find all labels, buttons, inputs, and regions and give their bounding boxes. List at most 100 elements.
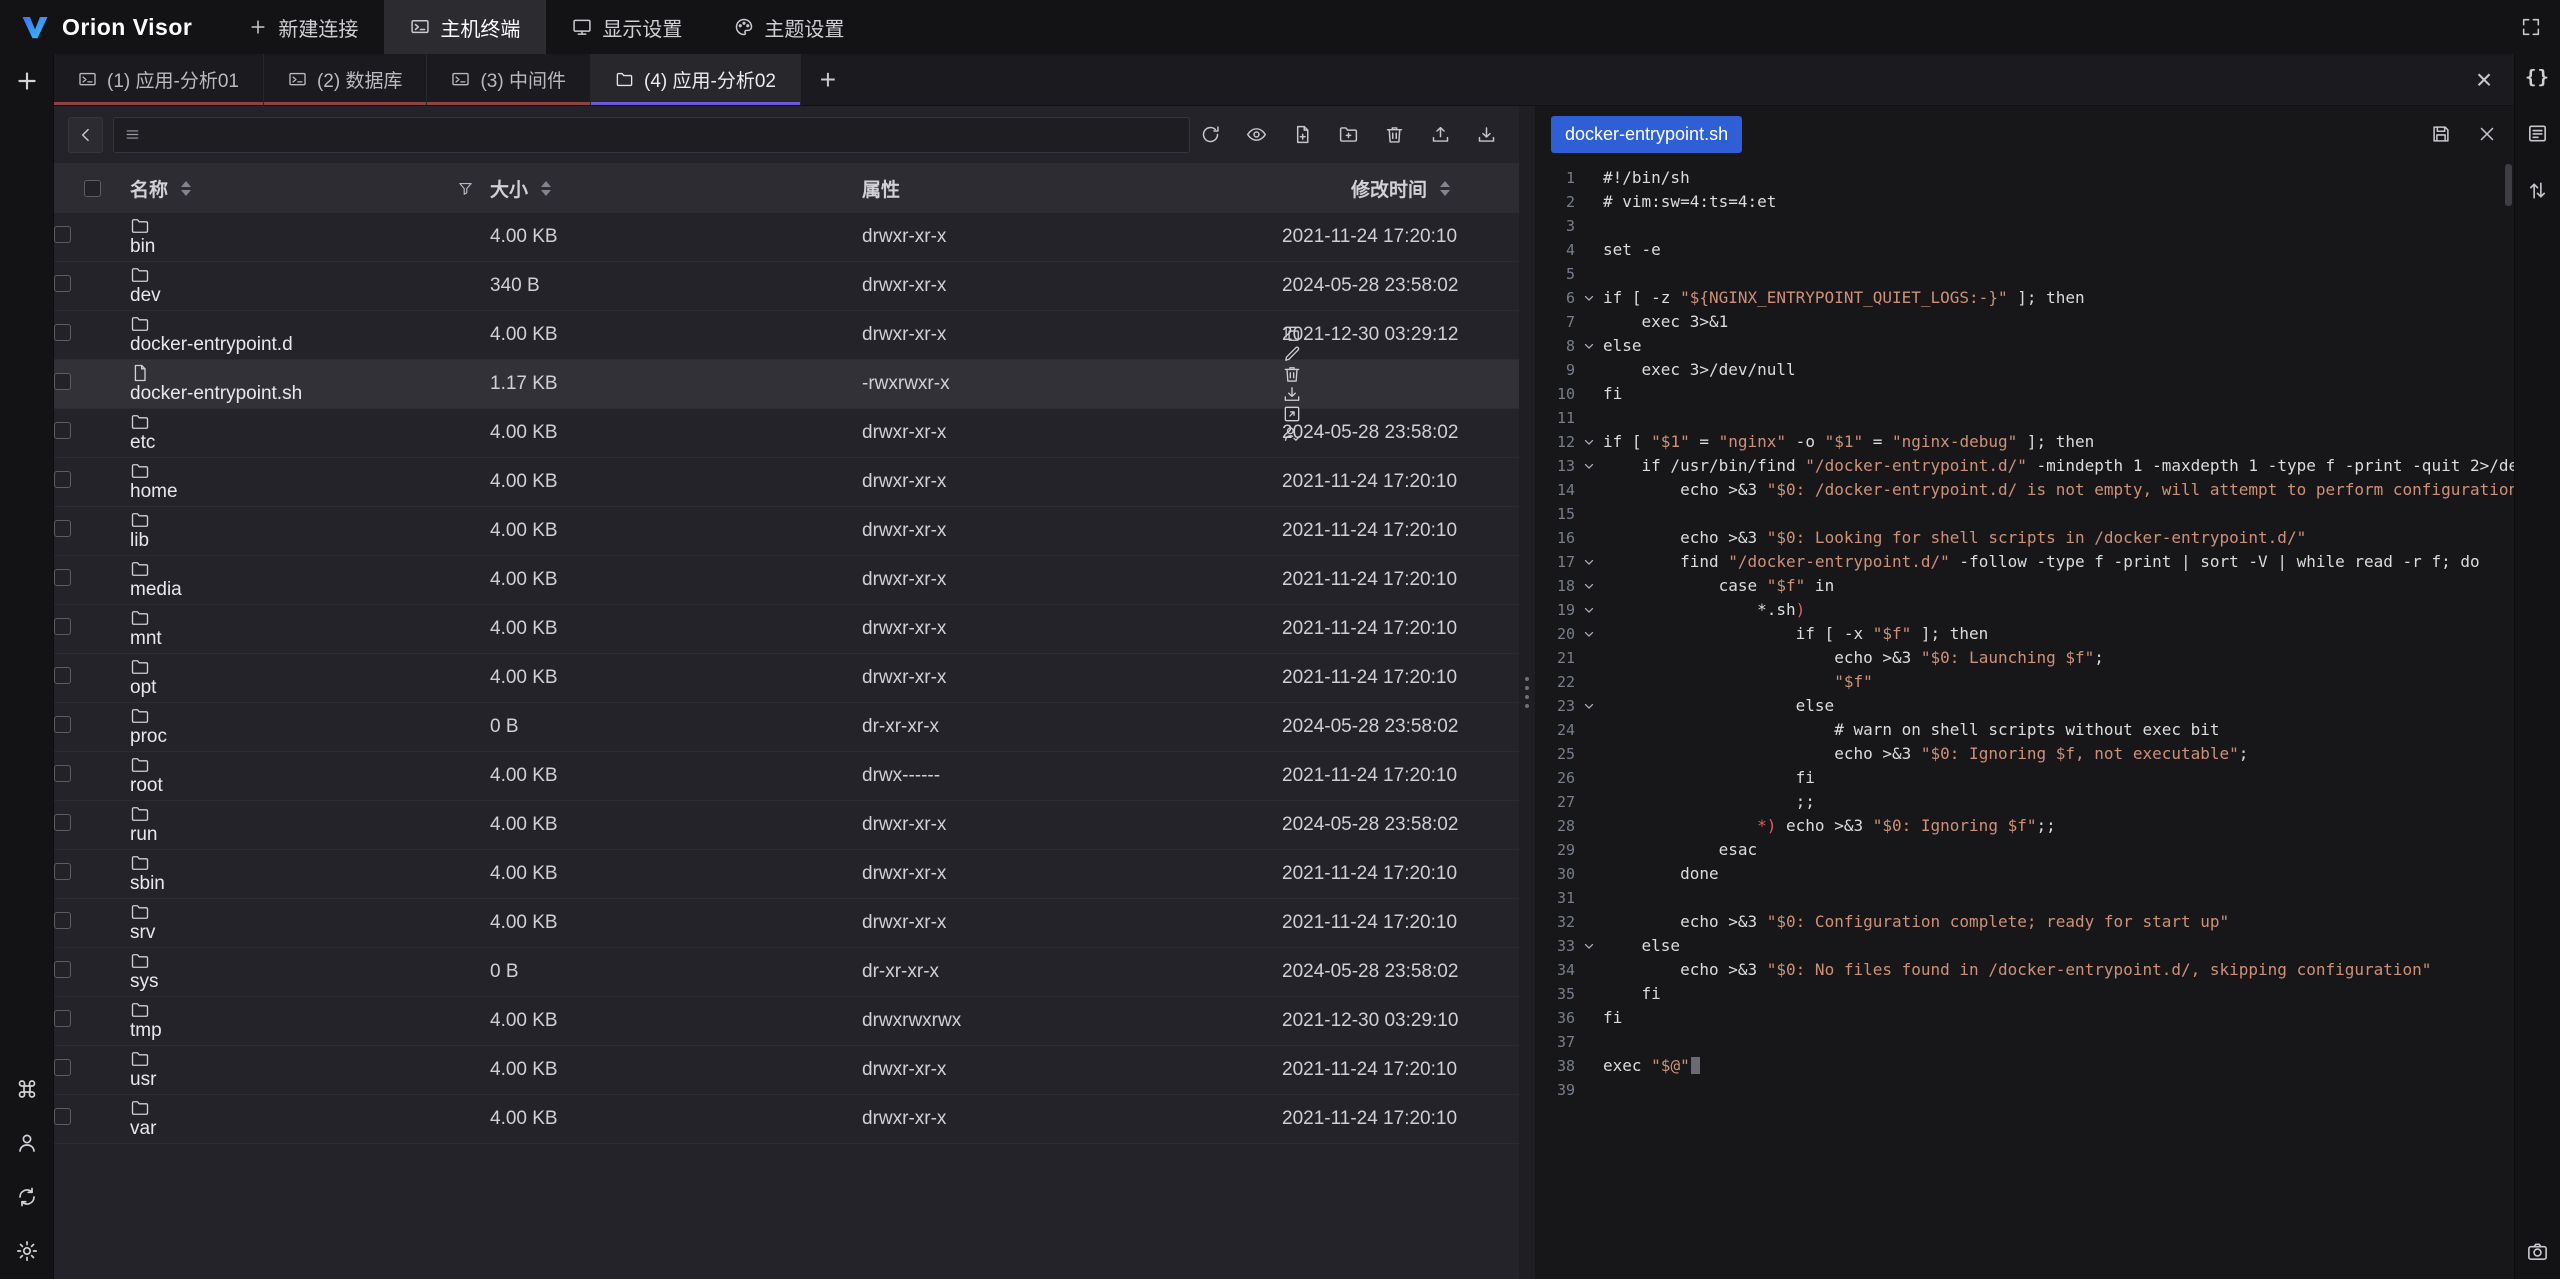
file-name[interactable]: docker-entrypoint.sh [130, 383, 302, 404]
add-tab-button[interactable]: + [801, 54, 855, 105]
file-row-tmp[interactable]: tmp4.00 KBdrwxrwxrwx2021-12-30 03:29:10 [54, 997, 1519, 1046]
file-row-sys[interactable]: sys0 Bdr-xr-xr-x2024-05-28 23:58:02 [54, 948, 1519, 997]
file-name[interactable]: media [130, 579, 182, 600]
row-checkbox[interactable] [54, 814, 71, 831]
file-name[interactable]: var [130, 1118, 156, 1139]
new-folder-icon[interactable] [1338, 124, 1359, 145]
fold-chevron-icon[interactable] [1575, 454, 1603, 478]
row-checkbox[interactable] [54, 520, 71, 537]
file-row-var[interactable]: var4.00 KBdrwxr-xr-x2021-11-24 17:20:10 [54, 1095, 1519, 1144]
sort-mtime-icon[interactable] [1440, 181, 1450, 196]
file-name[interactable]: sbin [130, 873, 165, 894]
code-area[interactable]: 1#!/bin/sh2# vim:sw=4:ts=4:et34set -e56i… [1535, 162, 2514, 1279]
row-checkbox[interactable] [54, 667, 71, 684]
fold-chevron-icon[interactable] [1575, 286, 1603, 310]
row-checkbox[interactable] [54, 226, 71, 243]
file-name[interactable]: usr [130, 1069, 156, 1090]
fold-chevron-icon[interactable] [1575, 430, 1603, 454]
row-checkbox[interactable] [54, 1059, 71, 1076]
fold-chevron-icon[interactable] [1575, 598, 1603, 622]
fold-chevron-icon[interactable] [1575, 550, 1603, 574]
file-row-bin[interactable]: bin4.00 KBdrwxr-xr-x2021-11-24 17:20:10 [54, 213, 1519, 262]
file-row-root[interactable]: root4.00 KBdrwx------2021-11-24 17:20:10 [54, 752, 1519, 801]
screenshot-camera-icon[interactable] [2526, 1240, 2549, 1263]
tab-middleware[interactable]: (3) 中间件 [427, 54, 591, 105]
new-connection-plus-icon[interactable] [14, 68, 40, 94]
file-row-docker-entrypoint.sh[interactable]: docker-entrypoint.sh1.17 KB-rwxrwxr-x [54, 360, 1519, 409]
column-size-label[interactable]: 大小 [490, 175, 528, 202]
column-name-label[interactable]: 名称 [130, 175, 168, 202]
file-row-usr[interactable]: usr4.00 KBdrwxr-xr-x2021-11-24 17:20:10 [54, 1046, 1519, 1095]
download-icon[interactable] [1282, 384, 1485, 404]
path-input[interactable] [151, 123, 1179, 146]
fold-chevron-icon[interactable] [1575, 574, 1603, 598]
file-name[interactable]: proc [130, 726, 167, 747]
file-name[interactable]: home [130, 481, 178, 502]
column-mtime-label[interactable]: 修改时间 [1351, 175, 1427, 202]
file-name[interactable]: opt [130, 677, 156, 698]
sort-size-icon[interactable] [541, 181, 551, 196]
back-button[interactable] [68, 117, 103, 153]
edit-icon[interactable] [1282, 344, 1485, 364]
user-icon[interactable] [15, 1131, 39, 1155]
delete-icon[interactable] [1282, 364, 1485, 384]
row-checkbox[interactable] [54, 912, 71, 929]
row-checkbox[interactable] [54, 863, 71, 880]
fold-chevron-icon[interactable] [1575, 694, 1603, 718]
file-row-proc[interactable]: proc0 Bdr-xr-xr-x2024-05-28 23:58:02 [54, 703, 1519, 752]
file-row-run[interactable]: run4.00 KBdrwxr-xr-x2024-05-28 23:58:02 [54, 801, 1519, 850]
editor-scrollbar-thumb[interactable] [2505, 164, 2512, 206]
file-name[interactable]: srv [130, 922, 155, 943]
panel-resize-handle[interactable] [1519, 106, 1535, 1279]
row-checkbox[interactable] [54, 1010, 71, 1027]
file-row-home[interactable]: home4.00 KBdrwxr-xr-x2021-11-24 17:20:10 [54, 458, 1519, 507]
row-checkbox[interactable] [54, 765, 71, 782]
menu-item-host-terminal[interactable]: 主机终端 [384, 0, 546, 54]
preview-eye-icon[interactable] [1246, 124, 1267, 145]
fold-chevron-icon[interactable] [1575, 934, 1603, 958]
tab-database[interactable]: (2) 数据库 [264, 54, 428, 105]
file-name[interactable]: etc [130, 432, 155, 453]
file-name[interactable]: lib [130, 530, 149, 551]
row-checkbox[interactable] [54, 422, 71, 439]
path-tree-icon[interactable] [124, 126, 141, 143]
new-file-icon[interactable] [1292, 124, 1313, 145]
row-checkbox[interactable] [54, 716, 71, 733]
filter-icon[interactable] [457, 180, 490, 197]
file-row-dev[interactable]: dev340 Bdrwxr-xr-x2024-05-28 23:58:02 [54, 262, 1519, 311]
file-row-media[interactable]: media4.00 KBdrwxr-xr-x2021-11-24 17:20:1… [54, 556, 1519, 605]
tab-app-analysis-02[interactable]: (4) 应用-分析02 [591, 54, 801, 105]
file-row-opt[interactable]: opt4.00 KBdrwxr-xr-x2021-11-24 17:20:10 [54, 654, 1519, 703]
row-checkbox[interactable] [54, 1108, 71, 1125]
upload-icon[interactable] [1430, 124, 1451, 145]
file-name[interactable]: docker-entrypoint.d [130, 334, 293, 355]
download-icon[interactable] [1476, 124, 1497, 145]
row-checkbox[interactable] [54, 324, 71, 341]
tab-app-analysis-01[interactable]: (1) 应用-分析01 [54, 54, 264, 105]
file-row-lib[interactable]: lib4.00 KBdrwxr-xr-x2021-11-24 17:20:10 [54, 507, 1519, 556]
file-name[interactable]: tmp [130, 1020, 162, 1041]
file-name[interactable]: root [130, 775, 163, 796]
row-checkbox[interactable] [54, 373, 71, 390]
transfer-list-icon[interactable] [2526, 179, 2549, 202]
menu-item-new-connection[interactable]: 新建连接 [222, 0, 384, 54]
session-panel-icon[interactable] [2526, 122, 2549, 145]
move-icon[interactable] [1282, 404, 1485, 424]
sync-icon[interactable] [15, 1185, 39, 1209]
row-checkbox[interactable] [54, 961, 71, 978]
sort-name-icon[interactable] [181, 181, 191, 196]
file-name[interactable]: mnt [130, 628, 162, 649]
file-name[interactable]: run [130, 824, 157, 845]
menu-item-theme-settings[interactable]: 主题设置 [708, 0, 870, 54]
copy-icon[interactable] [1282, 324, 1485, 344]
snippets-braces-icon[interactable]: {} [2525, 66, 2550, 88]
file-name[interactable]: bin [130, 236, 155, 257]
file-name[interactable]: sys [130, 971, 159, 992]
gear-icon[interactable] [15, 1239, 39, 1263]
refresh-icon[interactable] [1200, 124, 1221, 145]
fullscreen-icon[interactable] [2520, 16, 2542, 38]
fold-chevron-icon[interactable] [1575, 334, 1603, 358]
row-checkbox[interactable] [54, 618, 71, 635]
file-row-sbin[interactable]: sbin4.00 KBdrwxr-xr-x2021-11-24 17:20:10 [54, 850, 1519, 899]
file-row-srv[interactable]: srv4.00 KBdrwxr-xr-x2021-11-24 17:20:10 [54, 899, 1519, 948]
